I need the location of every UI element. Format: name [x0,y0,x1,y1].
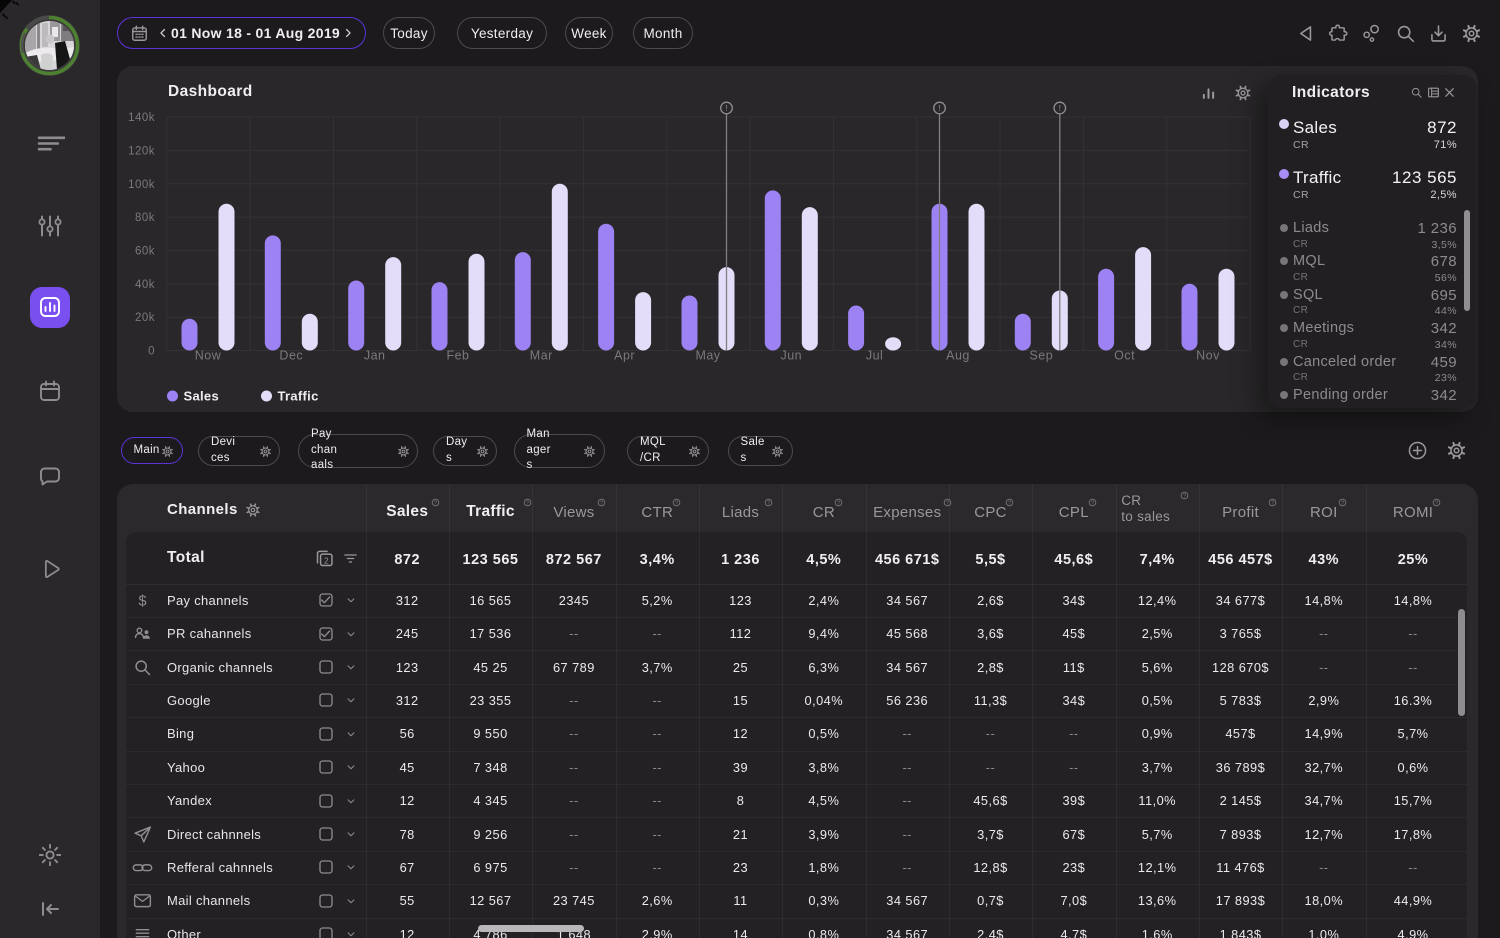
svg-text:Jun: Jun [780,349,802,363]
svg-text:20k: 20k [135,312,155,324]
svg-text:May: May [695,349,720,363]
svg-text:Mar: Mar [530,349,553,363]
svg-text:!: ! [1059,103,1061,113]
svg-text:2: 2 [324,555,329,565]
svg-text:Apr: Apr [614,349,635,363]
svg-text:40k: 40k [135,279,155,291]
svg-text:60k: 60k [135,245,155,257]
svg-text:Nov: Nov [1196,349,1220,363]
svg-text:!: ! [725,103,727,113]
svg-text:Feb: Feb [446,349,469,363]
svg-text:Traffic: Traffic [278,389,319,404]
svg-text:Dec: Dec [279,349,303,363]
svg-text:100k: 100k [128,179,155,191]
svg-text:Sep: Sep [1029,349,1053,363]
svg-text:0: 0 [148,346,155,358]
svg-text:Oct: Oct [1114,349,1135,363]
svg-text:Jan: Jan [364,349,386,363]
svg-text:80k: 80k [135,212,155,224]
svg-text:Jul: Jul [866,349,883,363]
svg-text:Now: Now [195,349,222,363]
svg-text:140k: 140k [128,112,155,124]
svg-text:Aug: Aug [946,349,970,363]
svg-text:$: $ [138,593,146,609]
svg-text:!: ! [938,103,940,113]
svg-text:120k: 120k [128,145,155,157]
svg-text:Sales: Sales [184,389,219,404]
